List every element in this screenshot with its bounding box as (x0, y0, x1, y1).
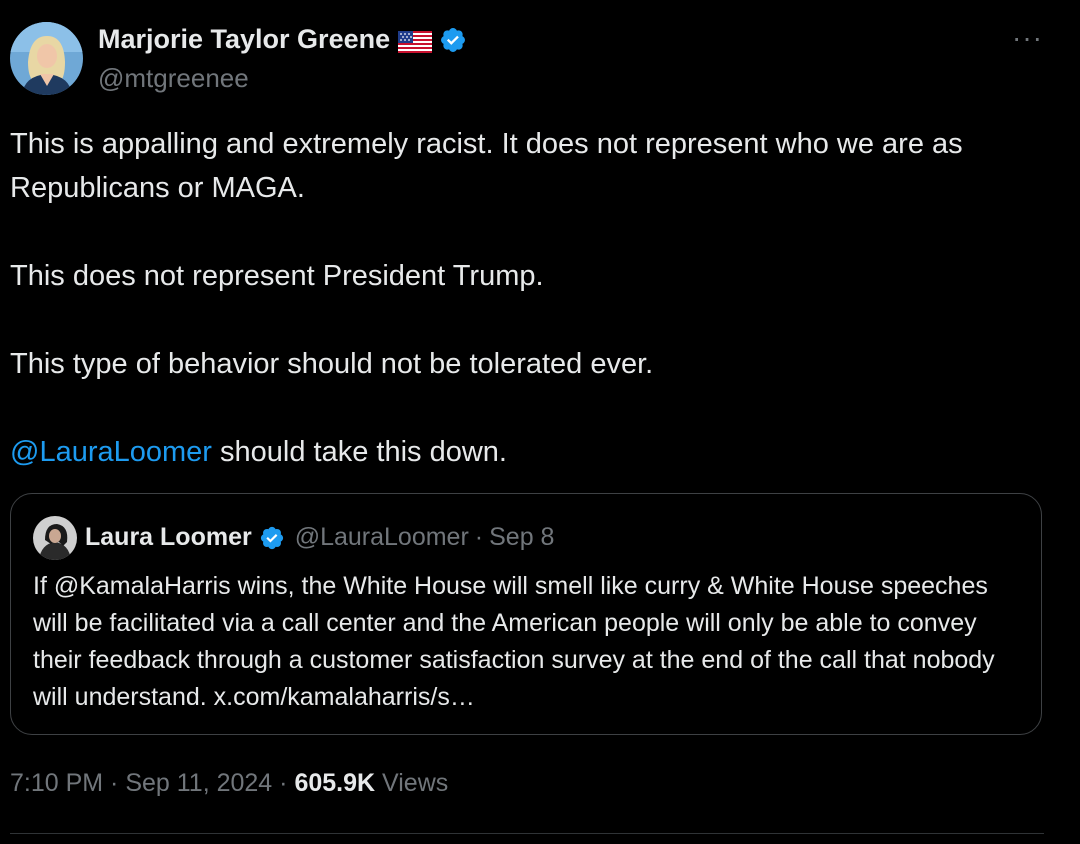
separator-dot: · (474, 523, 484, 551)
mention-link[interactable]: @LauraLoomer (10, 436, 212, 468)
tweet-text-fragment: should take this down. (211, 436, 507, 468)
divider (10, 833, 1044, 834)
quoted-tweet-text: If @KamalaHarris wins, the White House w… (33, 572, 995, 711)
tweet-time[interactable]: 7:10 PM (10, 769, 103, 797)
us-flag-icon (398, 29, 433, 53)
author-handle[interactable]: @mtgreenee (98, 63, 249, 94)
author-name-row: Marjorie Taylor Greene (98, 24, 467, 55)
tweet-paragraph: This type of behavior should not be tole… (10, 348, 654, 380)
verified-badge-icon[interactable] (439, 26, 467, 54)
tweet-paragraph: This does not represent President Trump. (10, 260, 544, 292)
separator-dot: · (103, 769, 126, 797)
quoted-author-avatar[interactable] (33, 516, 77, 560)
quoted-author-name[interactable]: Laura Loomer (85, 523, 252, 552)
tweet-meta: 7:10 PM · Sep 11, 2024 · 605.9K Views (10, 769, 448, 798)
tweet-date[interactable]: Sep 11, 2024 (125, 769, 272, 797)
tweet-paragraph: @LauraLoomer should take this down. (10, 430, 1050, 474)
tweet: Marjorie Taylor Greene @mtgreenee ··· Th… (0, 0, 1080, 844)
views-label: Views (375, 769, 449, 797)
quoted-author-handle[interactable]: @LauraLoomer (295, 523, 469, 552)
more-options-icon[interactable]: ··· (1012, 22, 1043, 54)
quoted-tweet-header: Laura Loomer @LauraLoomer · Sep 8 (85, 523, 554, 552)
tweet-text: This is appalling and extremely racist. … (10, 122, 1050, 474)
verified-badge-icon[interactable] (259, 525, 285, 551)
author-avatar[interactable] (10, 22, 83, 95)
separator-dot: · (272, 769, 295, 797)
quoted-tweet-date[interactable]: Sep 8 (489, 523, 554, 552)
author-display-name[interactable]: Marjorie Taylor Greene (98, 24, 390, 55)
quoted-tweet-card[interactable]: Laura Loomer @LauraLoomer · Sep 8 If @Ka… (10, 493, 1042, 735)
tweet-paragraph: This is appalling and extremely racist. … (10, 128, 963, 204)
views-count[interactable]: 605.9K (294, 769, 375, 797)
